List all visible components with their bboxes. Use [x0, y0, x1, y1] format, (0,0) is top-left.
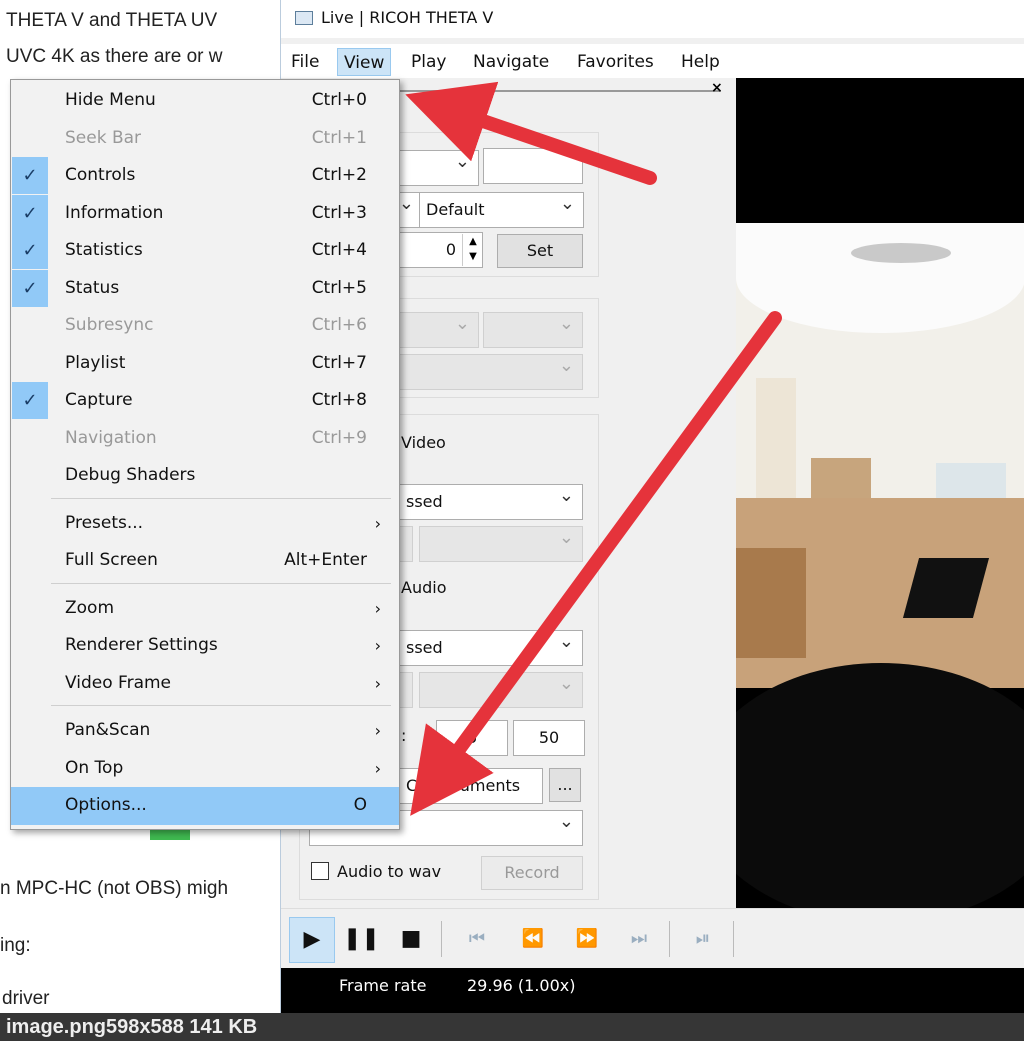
arrow-to-options: [410, 311, 782, 816]
annotation-arrows: [405, 81, 782, 816]
image-caption: image.png598x588 141 KB: [0, 1013, 1024, 1041]
arrow-to-view-menu: [405, 81, 657, 185]
